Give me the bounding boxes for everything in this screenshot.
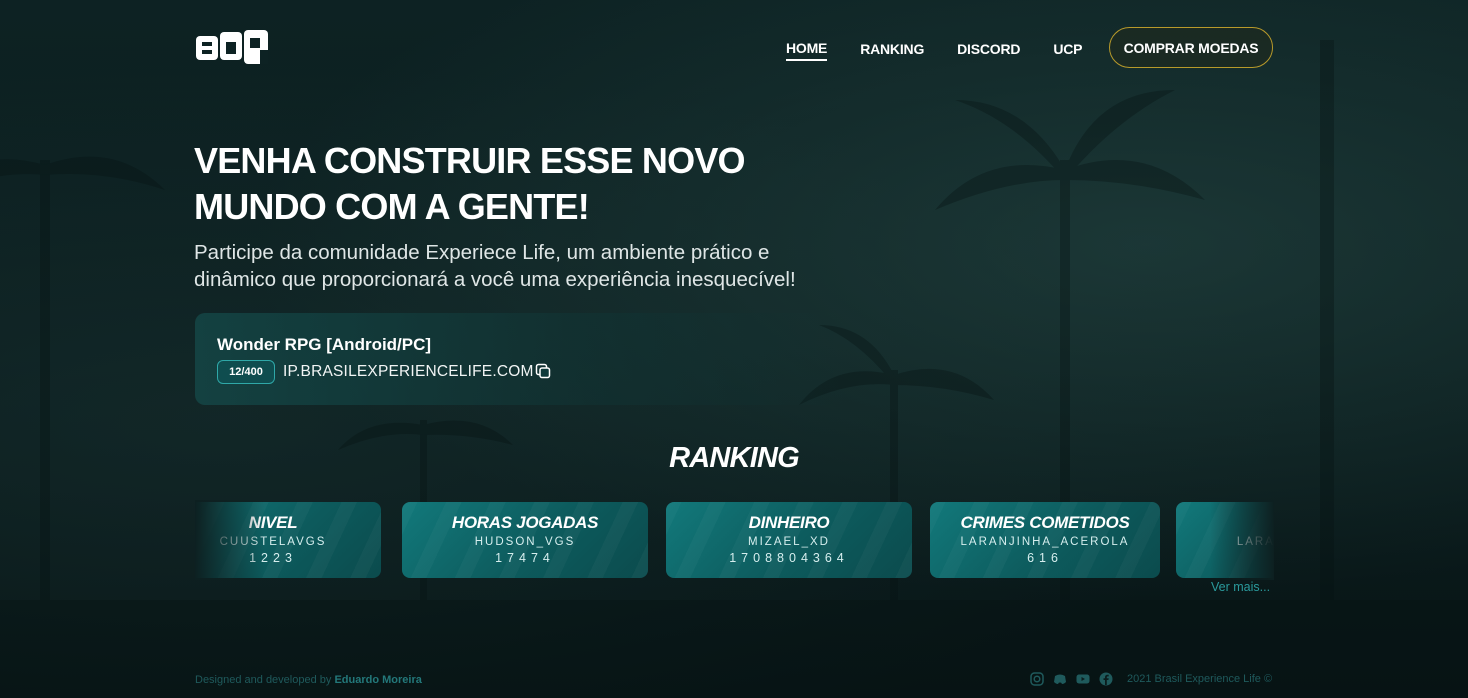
rank-card-category: HORAS JOGADAS <box>451 513 599 532</box>
hero-subtitle-line1: Participe da comunidade Experiece Life, … <box>194 241 770 264</box>
footer-credit: Designed and developed by Eduardo Moreir… <box>195 674 422 686</box>
hero-title: VENHA CONSTRUIR ESSE NOVO MUNDO COM A GE… <box>194 138 814 230</box>
ranking-title: RANKING <box>669 442 800 474</box>
see-more-link[interactable]: Ver mais... <box>1211 580 1270 594</box>
hero-subtitle: Participe da comunidade Experiece Life, … <box>194 239 854 293</box>
nav-home-link[interactable]: HOME <box>786 40 827 61</box>
server-name: Wonder RPG [Android/PC] <box>217 335 432 354</box>
youtube-icon[interactable] <box>1076 672 1090 686</box>
footer-credit-prefix: Designed and developed by <box>195 674 332 686</box>
rank-card-player: HUDSON_VGS <box>474 536 576 548</box>
rank-card-value: 616 <box>1027 551 1063 565</box>
facebook-icon[interactable] <box>1099 672 1113 686</box>
rank-card-player: MIZAEL_XD <box>748 536 830 548</box>
discord-icon[interactable] <box>1053 672 1067 686</box>
rank-card-value: 1708804364 <box>729 551 849 565</box>
instagram-icon[interactable] <box>1030 672 1044 686</box>
rank-card-category: CRIMES COMETIDOS <box>960 513 1130 532</box>
buy-coins-button[interactable]: COMPRAR MOEDAS <box>1109 27 1273 68</box>
carousel-fade-left <box>195 500 265 580</box>
rank-card-player: LARANJINHA_ACEROLA <box>960 536 1130 548</box>
copy-icon[interactable] <box>535 363 551 379</box>
rank-card-horas-jogadas[interactable]: HORAS JOGADAS HUDSON_VGS 17474 <box>402 502 648 578</box>
nav-ranking-link[interactable]: RANKING <box>860 41 924 60</box>
footer-credit-author[interactable]: Eduardo Moreira <box>334 674 421 686</box>
server-player-count-badge: 12/400 <box>217 360 275 384</box>
ebp-logo-icon[interactable] <box>194 28 272 66</box>
server-ip: IP.BRASILEXPERIENCELIFE.COM <box>283 363 534 380</box>
footer-copyright: 2021 Brasil Experience Life © <box>1127 673 1273 685</box>
rank-card-dinheiro[interactable]: DINHEIRO MIZAEL_XD 1708804364 <box>666 502 912 578</box>
ranking-carousel[interactable]: NIVEL CUUSTELAVGS 1223 HORAS JOGADAS HUD… <box>195 502 1273 578</box>
carousel-fade-right <box>1210 500 1274 580</box>
hero-subtitle-line2: dinâmico que proporcionará a você uma ex… <box>194 268 796 291</box>
hero-title-line2: MUNDO COM A GENTE! <box>194 186 590 227</box>
main-nav: HOME RANKING DISCORD UCP <box>786 40 1082 61</box>
nav-discord-link[interactable]: DISCORD <box>957 41 1020 60</box>
rank-card-value: 17474 <box>495 551 555 565</box>
rank-card-category: DINHEIRO <box>748 513 830 532</box>
hero-title-line1: VENHA CONSTRUIR ESSE NOVO <box>194 140 746 181</box>
nav-ucp-link[interactable]: UCP <box>1053 41 1082 60</box>
server-card: Wonder RPG [Android/PC] 12/400 IP.BRASIL… <box>195 313 845 405</box>
rank-card-crimes-cometidos[interactable]: CRIMES COMETIDOS LARANJINHA_ACEROLA 616 <box>930 502 1160 578</box>
footer-social: 2021 Brasil Experience Life © <box>1030 672 1272 686</box>
